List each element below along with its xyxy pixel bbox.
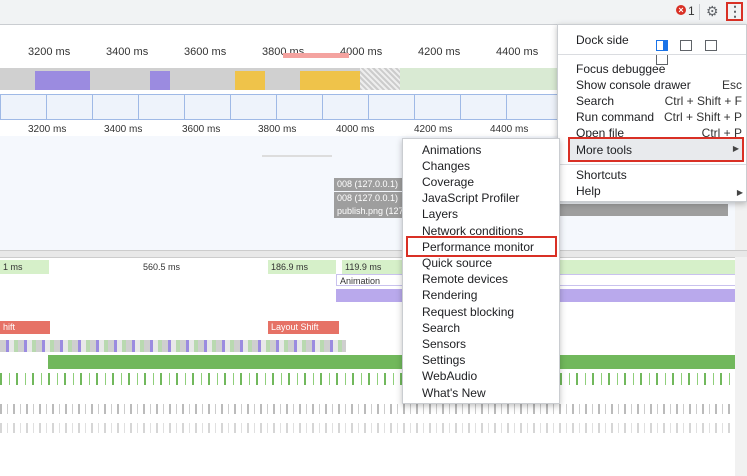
submenu-item-animations[interactable]: Animations (403, 142, 559, 158)
kebab-menu-icon[interactable]: ⋮ (726, 2, 743, 21)
ruler-tick: 3200 ms (28, 124, 67, 135)
submenu-item-whats-new[interactable]: What's New (403, 385, 559, 401)
menu-item-focus-debuggee[interactable]: Focus debuggee (558, 61, 746, 77)
dock-side-label: Dock side (576, 33, 629, 47)
menu-item-search[interactable]: Search Ctrl + Shift + F (558, 93, 746, 109)
chevron-right-icon: ▶ (732, 144, 739, 153)
submenu-item-search[interactable]: Search (403, 320, 559, 336)
ruler-tick: 3400 ms (104, 124, 143, 135)
error-count[interactable]: 1 (688, 4, 695, 18)
layout-shift[interactable]: Layout Shift (268, 321, 339, 334)
network-request[interactable]: 008 (127.0.0.1) (334, 192, 403, 205)
menu-item-help[interactable]: Help ▶ (558, 183, 746, 199)
request-line (262, 155, 332, 157)
ruler-tick: 4000 ms (336, 124, 375, 135)
submenu-item-performance-monitor[interactable]: Performance monitor (403, 239, 559, 255)
ruler-tick: 3600 ms (182, 124, 221, 135)
raster-track (0, 373, 735, 385)
ruler-tick: 4200 ms (418, 46, 461, 58)
more-tools-submenu: Animations Changes Coverage JavaScript P… (402, 138, 560, 404)
menu-item-shortcuts[interactable]: Shortcuts (558, 167, 746, 183)
submenu-item-coverage[interactable]: Coverage (403, 174, 559, 190)
thread-track (0, 423, 735, 433)
dock-side-row: Dock side (558, 32, 746, 65)
dock-left-icon[interactable] (680, 40, 693, 51)
network-request-bar[interactable] (558, 204, 728, 216)
submenu-item-request-blocking[interactable]: Request blocking (403, 304, 559, 320)
thread-track (0, 404, 735, 414)
devtools-toolbar (0, 0, 747, 25)
submenu-item-javascript-profiler[interactable]: JavaScript Profiler (403, 190, 559, 206)
submenu-item-sensors[interactable]: Sensors (403, 336, 559, 352)
ruler-tick: 3800 ms (258, 124, 297, 135)
frame[interactable]: 119.9 ms (342, 260, 405, 274)
submenu-item-remote-devices[interactable]: Remote devices (403, 271, 559, 287)
ruler-tick: 4400 ms (496, 46, 539, 58)
submenu-item-layers[interactable]: Layers (403, 206, 559, 222)
ruler-tick: 3600 ms (184, 46, 227, 58)
dock-bottom-icon[interactable] (704, 40, 717, 51)
frame[interactable]: 560.5 ms (140, 260, 203, 274)
chevron-right-icon: ▶ (736, 188, 743, 197)
gear-icon[interactable]: ⚙ (706, 3, 719, 20)
dock-undock-icon[interactable] (656, 40, 668, 51)
timeline-ruler: 3200 ms 3400 ms 3600 ms 3800 ms 4000 ms … (0, 120, 560, 136)
error-x-icon[interactable]: × (676, 5, 686, 15)
network-request[interactable]: publish.png (127 (334, 205, 403, 218)
task-strip[interactable] (0, 340, 346, 352)
ruler-tick: 3400 ms (106, 46, 149, 58)
network-request[interactable]: 008 (127.0.0.1) (334, 178, 403, 191)
menu-item-more-tools[interactable]: More tools ▶ (568, 137, 744, 162)
submenu-item-settings[interactable]: Settings (403, 352, 559, 368)
long-task-marker (283, 53, 349, 58)
submenu-item-quick-source[interactable]: Quick source (403, 255, 559, 271)
cpu-chart[interactable] (0, 68, 560, 90)
ruler-tick: 4200 ms (414, 124, 453, 135)
layout-shift[interactable]: hift (0, 321, 50, 334)
submenu-item-changes[interactable]: Changes (403, 158, 559, 174)
customize-menu: Dock side Focus debuggee Show console dr… (557, 24, 747, 202)
frame[interactable]: 1 ms (0, 260, 49, 274)
gpu-track[interactable] (48, 355, 735, 369)
ruler-tick: 4400 ms (490, 124, 529, 135)
frame[interactable]: 186.9 ms (268, 260, 336, 274)
menu-item-show-console-drawer[interactable]: Show console drawer Esc (558, 77, 746, 93)
toolbar-divider (699, 4, 700, 20)
menu-item-run-command[interactable]: Run command Ctrl + Shift + P (558, 109, 746, 125)
submenu-item-webaudio[interactable]: WebAudio (403, 368, 559, 384)
scrollbar[interactable] (735, 257, 747, 476)
ruler-tick: 3200 ms (28, 46, 71, 58)
submenu-item-rendering[interactable]: Rendering (403, 287, 559, 303)
screenshot-filmstrip[interactable] (0, 94, 560, 120)
